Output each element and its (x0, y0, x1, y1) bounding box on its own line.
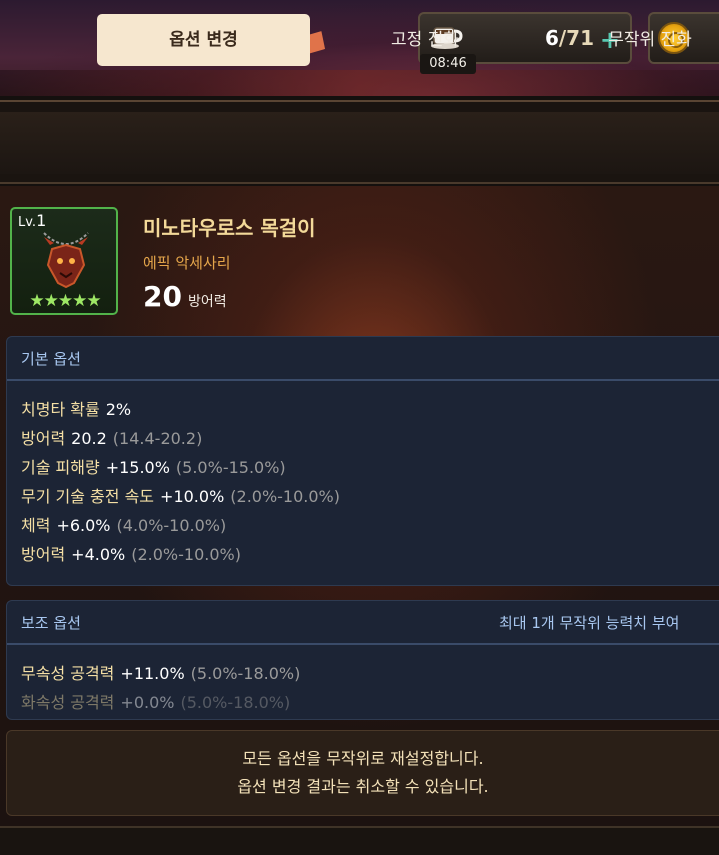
sub-options-panel[interactable]: 보조 옵션 최대 1개 무작위 능력치 부여 무속성 공격력 +11.0% (5.0… (6, 600, 719, 720)
item-name: 미노타우로스 목걸이 (143, 216, 316, 240)
background-streak (0, 70, 719, 96)
stamina-current: 6 (544, 26, 559, 50)
info-line-reset: 모든 옵션을 무작위로 재설정합니다. (242, 749, 484, 768)
tab-option-change[interactable]: 옵션 변경 (97, 14, 310, 66)
option-range: (5.0%-18.0%) (190, 664, 301, 683)
necklace-icon (43, 232, 89, 289)
option-row: 화속성 공격력 +0.0% (5.0%-18.0%) (21, 688, 719, 717)
info-box: 모든 옵션을 무작위로 재설정합니다. 옵션 변경 결과는 취소할 수 있습니다… (6, 730, 719, 816)
item-grade: 에픽 악세사리 (143, 254, 231, 272)
basic-options-title: 기본 옵션 (7, 337, 719, 381)
option-row: 기술 피해량 +15.0% (5.0%-15.0%) (21, 453, 719, 482)
option-name: 치명타 확률 (21, 400, 100, 419)
option-name: 화속성 공격력 (21, 693, 115, 712)
option-row: 방어력 +4.0% (2.0%-10.0%) (21, 540, 719, 569)
option-value: +15.0% (105, 458, 170, 477)
option-name: 무기 기술 충전 속도 (21, 487, 155, 506)
option-row: 무속성 공격력 +11.0% (5.0%-18.0%) (21, 659, 719, 688)
option-value: +6.0% (56, 516, 111, 535)
sub-options-note: 최대 1개 무작위 능력치 부여 (499, 614, 680, 632)
tab-fixed-evolution[interactable]: 고정 진화 (350, 14, 500, 66)
option-range: (5.0%-18.0%) (180, 693, 291, 712)
item-stat-value: 20 (143, 280, 182, 313)
option-range: (5.0%-15.0%) (175, 458, 286, 477)
option-range: (14.4-20.2) (112, 429, 203, 448)
option-name: 기술 피해량 (21, 458, 100, 477)
option-value: +10.0% (160, 487, 225, 506)
basic-options-list: 치명타 확률 2% 방어력 20.2 (14.4-20.2) 기술 피해량 +15.0%… (7, 381, 719, 569)
tab-bar (0, 100, 719, 184)
item-level: Lv.1 (18, 211, 46, 230)
sub-options-title: 보조 옵션 (21, 614, 81, 632)
option-row: 방어력 20.2 (14.4-20.2) (21, 424, 719, 453)
option-row: 치명타 확률 2% (21, 395, 719, 424)
option-range: (2.0%-10.0%) (131, 545, 241, 564)
option-value: +11.0% (120, 664, 185, 683)
option-row: 무기 기술 충전 속도 +10.0% (2.0%-10.0%) (21, 482, 719, 511)
option-value: 2% (105, 400, 132, 419)
info-line-cancel: 옵션 변경 결과는 취소할 수 있습니다. (237, 777, 489, 796)
item-icon-frame[interactable]: Lv.1 ★★★★★ (10, 207, 118, 315)
item-level-value: 1 (36, 211, 47, 230)
sub-options-list: 무속성 공격력 +11.0% (5.0%-18.0%) 화속성 공격력 +0.0% (5… (7, 645, 719, 717)
item-stat-label: 방어력 (187, 294, 227, 310)
option-row: 체력 +6.0% (4.0%-10.0%) (21, 511, 719, 540)
item-stars: ★★★★★ (29, 291, 101, 311)
option-value: 20.2 (71, 429, 107, 448)
bottom-bar (0, 826, 719, 855)
option-name: 체력 (21, 516, 51, 535)
tab-bar-inner (0, 112, 719, 174)
item-level-prefix: Lv. (18, 215, 37, 230)
option-range: (4.0%-10.0%) (116, 516, 227, 535)
option-name: 방어력 (21, 545, 66, 564)
option-value: +0.0% (120, 693, 175, 712)
tab-random-evolution[interactable]: 무작위 진화 (570, 14, 719, 66)
option-value: +4.0% (71, 545, 126, 564)
option-range: (2.0%-10.0%) (230, 487, 340, 506)
item-main-stat: 20 방어력 (143, 280, 227, 313)
basic-options-panel: 기본 옵션 치명타 확률 2% 방어력 20.2 (14.4-20.2) 기술 피해량… (6, 336, 719, 586)
option-name: 방어력 (21, 429, 66, 448)
option-name: 무속성 공격력 (21, 664, 115, 683)
sub-options-header: 보조 옵션 최대 1개 무작위 능력치 부여 (7, 601, 719, 645)
